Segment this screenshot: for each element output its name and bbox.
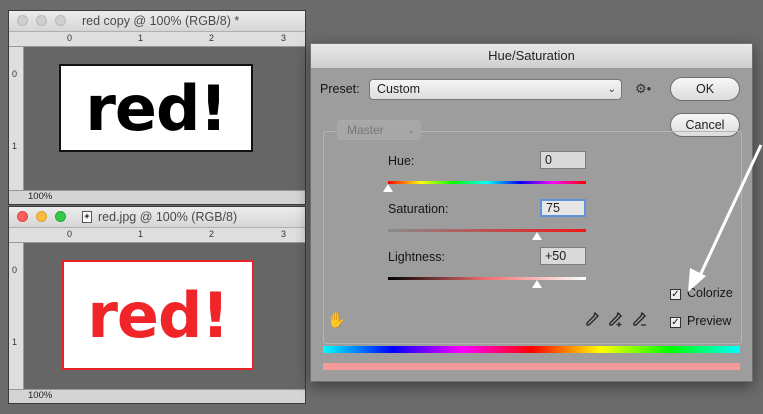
eyedropper-plus-icon[interactable] [608, 312, 624, 328]
close-button[interactable] [17, 15, 28, 26]
hue-slider-thumb[interactable] [383, 184, 393, 192]
preview-checkbox[interactable]: ✓ [670, 317, 681, 328]
horizontal-ruler: 0 1 2 3 [9, 228, 305, 243]
lightness-input[interactable]: +50 [540, 247, 586, 265]
hue-slider-track[interactable] [388, 181, 586, 184]
status-bar: 100% [9, 190, 305, 204]
ruler-tick: 3 [281, 33, 287, 43]
window-title: red.jpg @ 100% (RGB/8) [98, 210, 238, 224]
canvas-area[interactable]: red! [24, 47, 305, 190]
ruler-tick: 1 [12, 141, 18, 151]
ruler-tick: 0 [12, 69, 18, 79]
minimize-button[interactable] [36, 211, 47, 222]
canvas-area[interactable]: red! [24, 243, 305, 389]
close-button[interactable] [17, 211, 28, 222]
document-window-red-copy[interactable]: red copy @ 100% (RGB/8) * 0 1 2 3 0 1 re… [8, 10, 306, 205]
preview-label: Preview [687, 314, 732, 328]
ruler-tick: 2 [209, 229, 215, 239]
ruler-tick: 0 [67, 33, 73, 43]
targeted-adjustment-hand-icon[interactable]: ✋ [327, 311, 346, 329]
minimize-button[interactable] [36, 15, 47, 26]
zoom-level: 100% [28, 390, 53, 401]
channel-select: Master ⌄ [337, 120, 421, 140]
ruler-tick: 1 [138, 229, 144, 239]
ruler-tick: 3 [281, 229, 287, 239]
preset-label: Preset: [320, 82, 360, 96]
saturation-input[interactable]: 75 [540, 199, 586, 217]
dialog-title: Hue/Saturation [311, 44, 752, 69]
window-titlebar[interactable]: ◈ red.jpg @ 100% (RGB/8) [9, 207, 305, 228]
zoom-button[interactable] [55, 15, 66, 26]
saturation-slider-thumb[interactable] [531, 232, 542, 240]
window-title: red copy @ 100% (RGB/8) * [82, 14, 240, 28]
vertical-ruler: 0 1 [9, 47, 24, 190]
zoom-level: 100% [28, 191, 53, 202]
ruler-tick: 1 [12, 337, 18, 347]
preset-value: Custom [377, 82, 421, 96]
lightness-slider-thumb[interactable] [531, 280, 542, 288]
hue-input[interactable]: 0 [540, 151, 586, 169]
saturation-slider-track[interactable] [388, 229, 586, 232]
lightness-slider-track[interactable] [388, 277, 586, 280]
document-window-red-jpg[interactable]: ◈ red.jpg @ 100% (RGB/8) 0 1 2 3 0 1 red… [8, 206, 306, 404]
eyedropper-minus-icon[interactable] [632, 312, 648, 328]
ruler-tick: 1 [138, 33, 144, 43]
preset-select[interactable]: Custom ⌄ [369, 79, 622, 100]
document-icon: ◈ [82, 211, 92, 223]
colorize-label: Colorize [687, 286, 733, 300]
ruler-tick: 0 [67, 229, 73, 239]
gear-icon[interactable]: ⚙• [635, 81, 651, 97]
chevron-down-icon: ⌄ [407, 125, 415, 135]
eyedropper-icon[interactable] [585, 312, 599, 328]
channel-value: Master [347, 123, 384, 137]
artwork-red-colored: red! [62, 260, 254, 370]
window-titlebar[interactable]: red copy @ 100% (RGB/8) * [9, 11, 305, 32]
saturation-label: Saturation: [388, 202, 449, 216]
lightness-label: Lightness: [388, 250, 445, 264]
hue-label: Hue: [388, 154, 415, 168]
output-color-bar [323, 363, 740, 370]
hue-saturation-dialog[interactable]: Hue/Saturation Preset: Custom ⌄ ⚙• OK Ca… [310, 43, 753, 382]
ruler-tick: 0 [12, 265, 18, 275]
status-bar: 100% [9, 389, 305, 403]
horizontal-ruler: 0 1 2 3 [9, 32, 305, 47]
chevron-down-icon: ⌄ [607, 84, 616, 95]
colorize-checkbox[interactable]: ✓ [670, 289, 681, 300]
vertical-ruler: 0 1 [9, 243, 24, 389]
ruler-tick: 2 [209, 33, 215, 43]
input-color-bar [323, 346, 740, 353]
artwork-red-black: red! [59, 64, 253, 152]
ok-button[interactable]: OK [670, 77, 740, 101]
zoom-button[interactable] [55, 211, 66, 222]
